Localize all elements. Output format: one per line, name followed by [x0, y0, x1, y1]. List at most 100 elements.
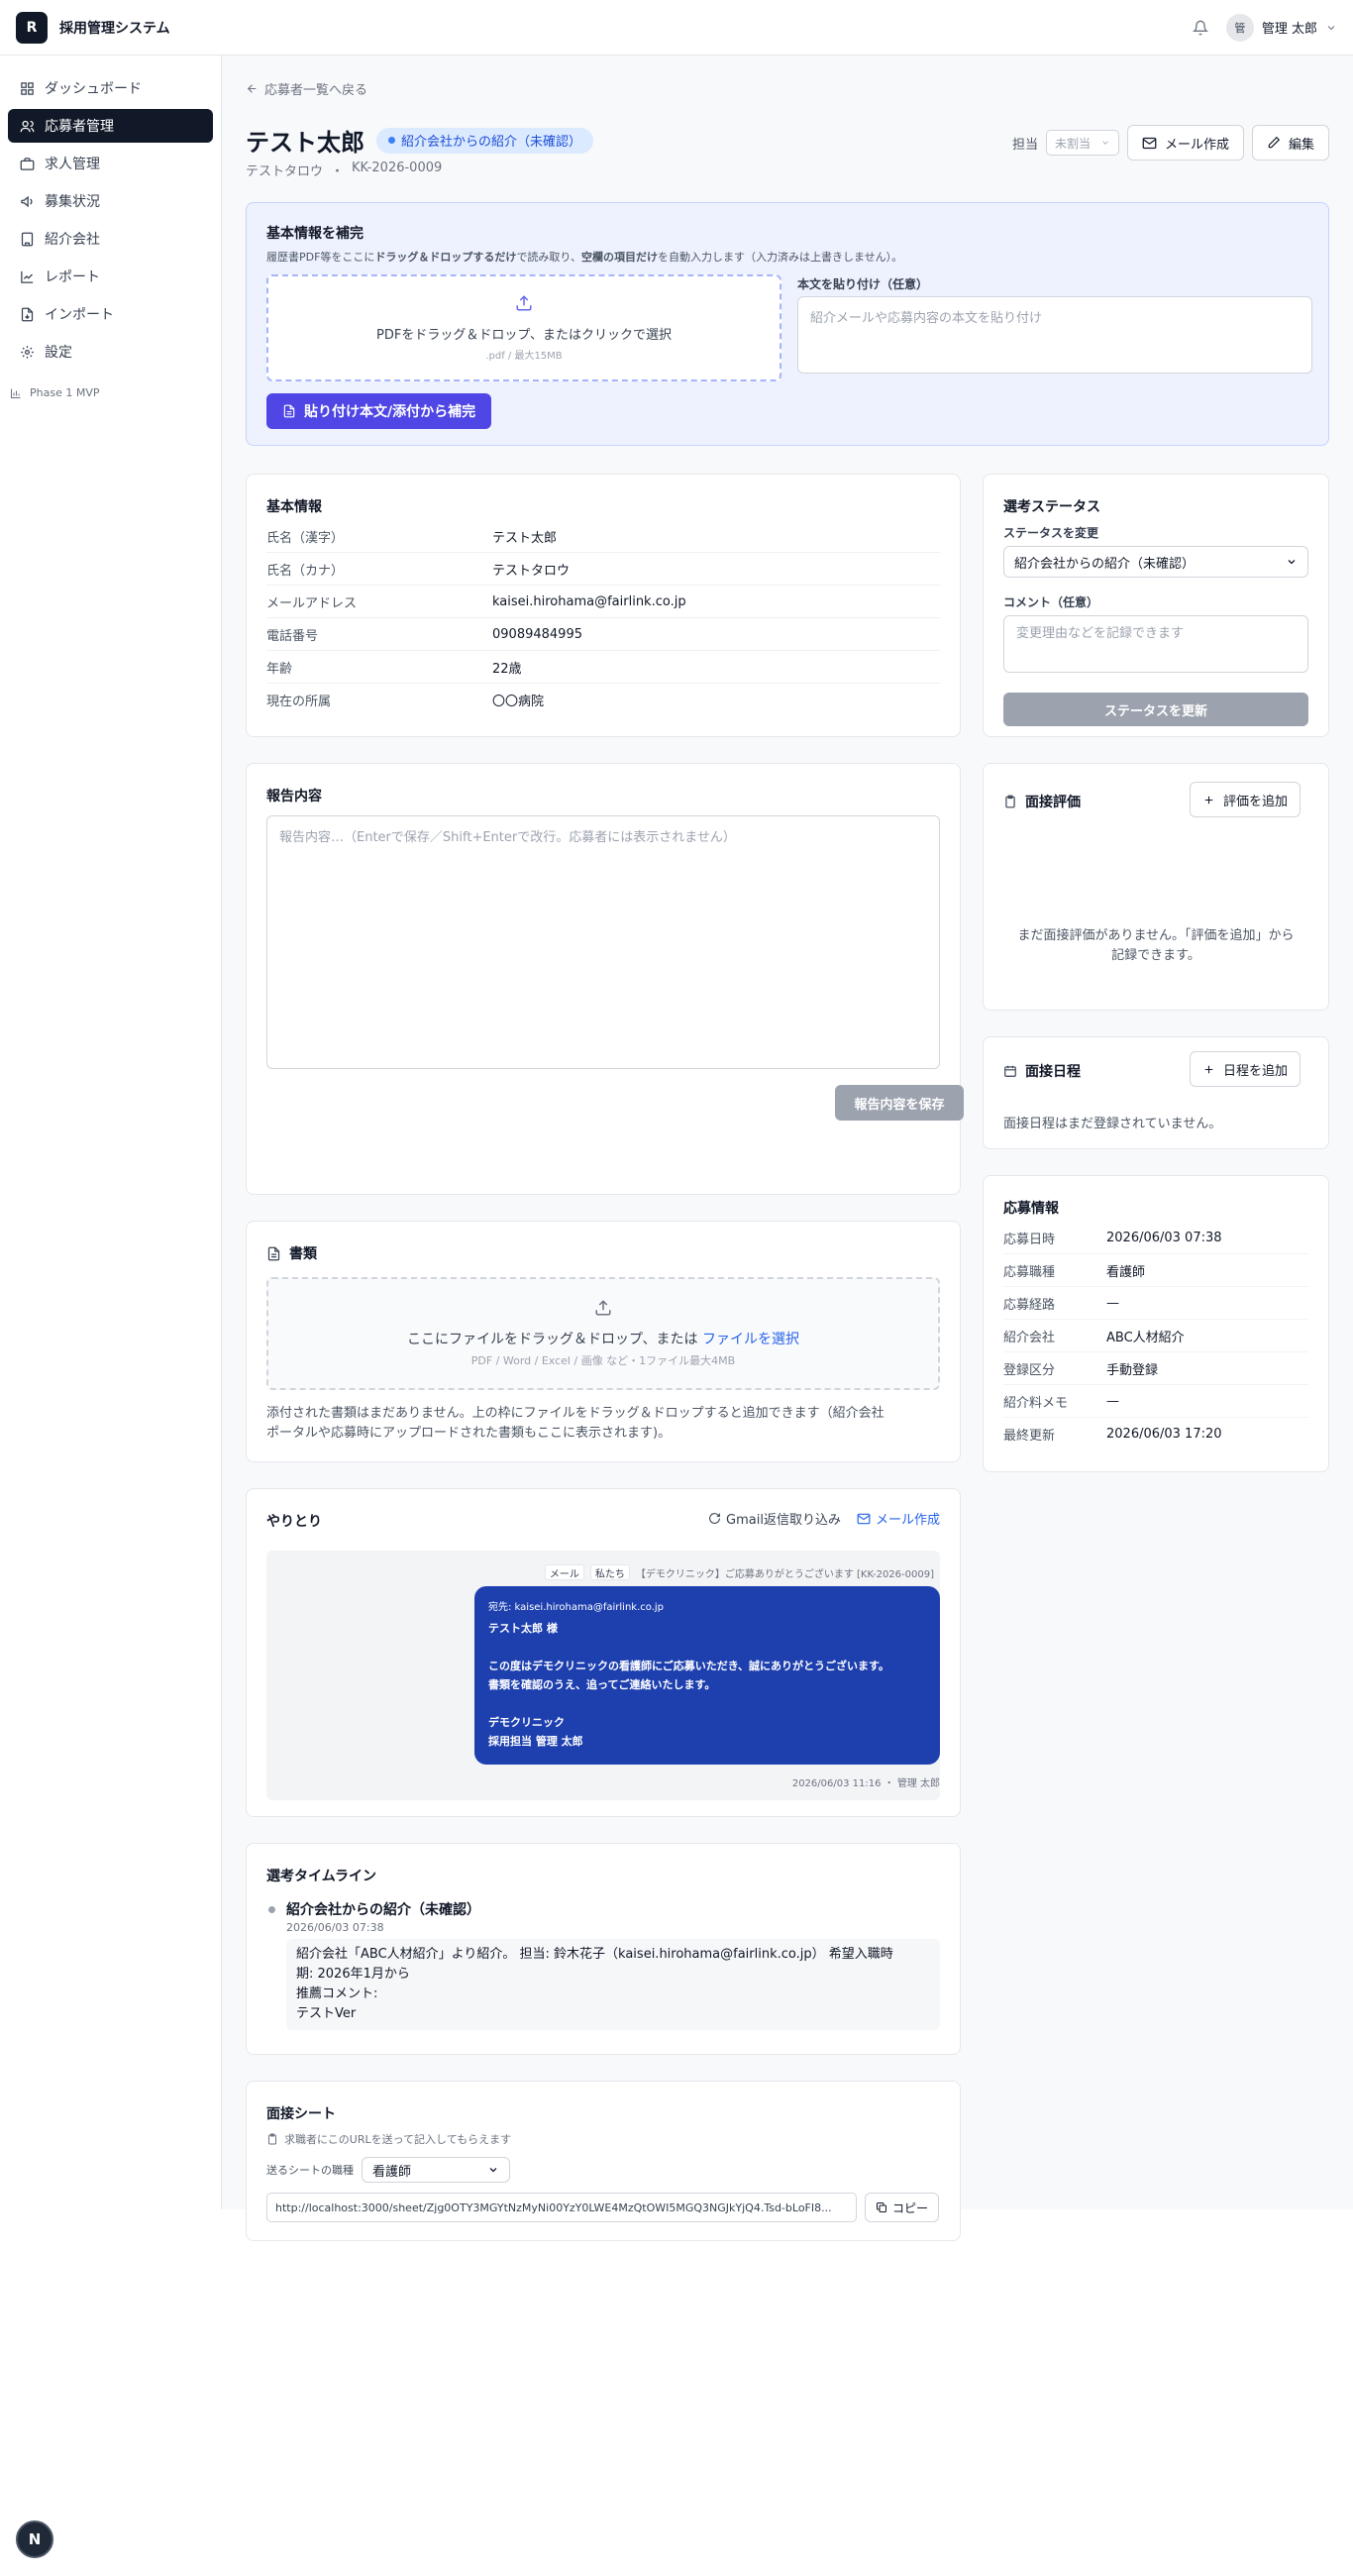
- save-report-button[interactable]: 報告内容を保存: [835, 1085, 964, 1121]
- chart-line-icon: [20, 269, 35, 284]
- update-status-button[interactable]: ステータスを更新: [1003, 693, 1308, 726]
- gmail-import-button[interactable]: Gmail返信取り込み: [708, 1509, 841, 1528]
- documents-title: 書類: [289, 1246, 317, 1262]
- timeline-item-body: 紹介会社「ABC人材紹介」より紹介。 担当: 鈴木花子（kaisei.hiroh…: [286, 1939, 940, 2030]
- sidebar-item-recruitment[interactable]: 募集状況: [8, 184, 213, 218]
- comment-textarea[interactable]: 変更理由などを記録できます: [1003, 615, 1308, 673]
- edit-button[interactable]: 編集: [1251, 125, 1329, 161]
- bell-icon[interactable]: [1192, 20, 1208, 36]
- info-value: 09089484995: [492, 626, 582, 642]
- select-file-link[interactable]: ファイルを選択: [702, 1332, 799, 1347]
- job-select[interactable]: 看護師: [362, 2157, 510, 2183]
- info-row: メールアドレス kaisei.hirohama@fairlink.co.jp: [266, 586, 940, 618]
- sidebar-item-settings[interactable]: 設定: [8, 335, 213, 369]
- arrow-left-icon: [246, 82, 259, 95]
- document-dropzone[interactable]: ここにファイルをドラッグ＆ドロップ、または ファイルを選択 PDF / Word…: [266, 1277, 940, 1390]
- compose-mail-link-label: メール作成: [875, 1513, 940, 1528]
- info-row: 氏名（カナ） テストタロウ: [266, 553, 940, 586]
- top-header: R 採用管理システム 管 管理 太郎: [0, 0, 1353, 55]
- messages-title: やりとり: [266, 1514, 322, 1530]
- applicant-subline: テストタロウ ・ KK-2026-0009: [246, 161, 442, 179]
- sidebar-item-dashboard[interactable]: ダッシュボード: [8, 71, 213, 105]
- job-select-value: 看護師: [372, 2164, 412, 2180]
- sidebar: ダッシュボード 応募者管理 求人管理 募集状況 紹介会社 レポート インポート …: [0, 55, 222, 2209]
- applicant-name: テスト太郎: [246, 129, 364, 157]
- status-select-value: 紹介会社からの紹介（未確認）: [1014, 556, 1196, 572]
- copy-button[interactable]: コピー: [865, 2193, 940, 2222]
- supplement-title: 基本情報を補完: [266, 226, 364, 242]
- upload-icon: [594, 1299, 612, 1317]
- application-value: —: [1106, 1393, 1119, 1409]
- info-row: 電話番号 09089484995: [266, 618, 940, 651]
- status-select[interactable]: 紹介会社からの紹介（未確認）: [1003, 546, 1308, 578]
- evaluation-empty-text: まだ面接評価がありません。「評価を追加」から 記録できます。: [1017, 928, 1295, 963]
- status-dot: [388, 137, 395, 144]
- application-label: 応募職種: [1003, 1264, 1056, 1280]
- application-value: 2026/06/03 17:20: [1106, 1427, 1222, 1442]
- sidebar-item-label: 募集状況: [45, 194, 100, 210]
- applicant-id: KK-2026-0009: [352, 161, 443, 175]
- add-schedule-label: 日程を追加: [1223, 1063, 1289, 1079]
- assignee-select[interactable]: 未割当: [1045, 130, 1119, 156]
- sidebar-item-label: レポート: [45, 269, 100, 285]
- upload-icon: [515, 294, 533, 312]
- megaphone-icon: [20, 194, 35, 209]
- dev-tools-button[interactable]: N: [16, 2521, 53, 2558]
- sheet-url-input[interactable]: http://localhost:3000/sheet/Zjg0OTY3MGYt…: [266, 2193, 857, 2222]
- report-textarea[interactable]: 報告内容…（Enterで保存／Shift+Enterで改行。応募者には表示されま…: [266, 815, 940, 1069]
- message-line: テスト太郎 様: [488, 1622, 558, 1635]
- chevron-down-icon: [1325, 22, 1337, 34]
- back-link[interactable]: 応募者一覧へ戻る: [246, 79, 367, 98]
- file-import-icon: [20, 307, 35, 322]
- add-schedule-button[interactable]: 日程を追加: [1190, 1051, 1301, 1087]
- evaluation-title: 面接評価: [1025, 795, 1081, 810]
- compose-mail-link[interactable]: メール作成: [857, 1509, 940, 1528]
- sidebar-item-import[interactable]: インポート: [8, 297, 213, 331]
- add-evaluation-label: 評価を追加: [1223, 794, 1289, 809]
- paste-label: 本文を貼り付け（任意）: [797, 277, 929, 291]
- pdf-dropzone[interactable]: PDFをドラッグ＆ドロップ、またはクリックで選択 .pdf / 最大15MB: [266, 274, 781, 381]
- user-menu[interactable]: 管 管理 太郎: [1225, 13, 1337, 42]
- plus-icon: [1202, 794, 1215, 806]
- separator: ・: [331, 164, 345, 179]
- application-label: 応募経路: [1003, 1297, 1056, 1313]
- info-row: 年齢 22歳: [266, 651, 940, 684]
- message-bubble[interactable]: 宛先: kaisei.hirohama@fairlink.co.jp テスト太郎…: [474, 1586, 940, 1765]
- message-recipient: 宛先: kaisei.hirohama@fairlink.co.jp: [488, 1602, 664, 1613]
- status-change-label: ステータスを変更: [1003, 526, 1099, 540]
- compose-mail-button[interactable]: メール作成: [1126, 125, 1244, 161]
- supplement-panel: 基本情報を補完 履歴書PDF等をここにドラッグ＆ドロップするだけで読み取り、空欄…: [246, 202, 1329, 446]
- info-label: 氏名（漢字）: [266, 530, 345, 546]
- schedule-empty-text: 面接日程はまだ登録されていません。: [1003, 1117, 1222, 1131]
- status-card: 選考ステータス ステータスを変更 紹介会社からの紹介（未確認） コメント（任意）…: [983, 474, 1329, 737]
- chevron-down-icon: [487, 2164, 499, 2176]
- main-content: 応募者一覧へ戻る テスト太郎 紹介会社からの紹介（未確認） テストタロウ ・ K…: [222, 55, 1353, 2241]
- sidebar-item-label: 求人管理: [45, 157, 100, 172]
- add-evaluation-button[interactable]: 評価を追加: [1190, 782, 1301, 817]
- timeline-title: 選考タイムライン: [266, 1869, 377, 1884]
- app-logo[interactable]: R: [16, 11, 48, 44]
- message-subject: 【デモクリニック】ご応募ありがとうございます [KK-2026-0009]: [635, 1568, 934, 1580]
- paste-textarea[interactable]: 紹介メールや応募内容の本文を貼り付け: [797, 296, 1312, 374]
- sidebar-item-label: 設定: [45, 345, 72, 361]
- supplement-description: 履歴書PDF等をここにドラッグ＆ドロップするだけで読み取り、空欄の項目だけを自動…: [266, 251, 903, 264]
- info-row: 現在の所属 〇〇病院: [266, 684, 940, 716]
- application-title: 応募情報: [1003, 1201, 1059, 1217]
- sidebar-item-jobs[interactable]: 求人管理: [8, 147, 213, 180]
- sidebar-item-label: 紹介会社: [45, 232, 100, 248]
- application-value: 2026/06/03 07:38: [1106, 1230, 1222, 1245]
- application-row: 紹介料メモ —: [1003, 1385, 1308, 1418]
- sidebar-item-reports[interactable]: レポート: [8, 260, 213, 293]
- sidebar-item-agencies[interactable]: 紹介会社: [8, 222, 213, 256]
- application-label: 応募日時: [1003, 1232, 1056, 1247]
- supplement-button[interactable]: 貼り付け本文/添付から補完: [266, 393, 492, 429]
- clipboard-icon: [266, 2133, 278, 2145]
- info-label: 年齢: [266, 661, 293, 677]
- sidebar-item-label: 応募者管理: [45, 119, 114, 135]
- info-value: 22歳: [492, 661, 522, 677]
- basic-info-card: 基本情報 氏名（漢字） テスト太郎 氏名（カナ） テストタロウ メールアドレス kai…: [246, 474, 961, 737]
- application-label: 紹介料メモ: [1003, 1395, 1069, 1411]
- interview-sheet-title: 面接シート: [266, 2106, 336, 2122]
- sidebar-item-applicants[interactable]: 応募者管理: [8, 109, 213, 143]
- application-label: 最終更新: [1003, 1429, 1056, 1444]
